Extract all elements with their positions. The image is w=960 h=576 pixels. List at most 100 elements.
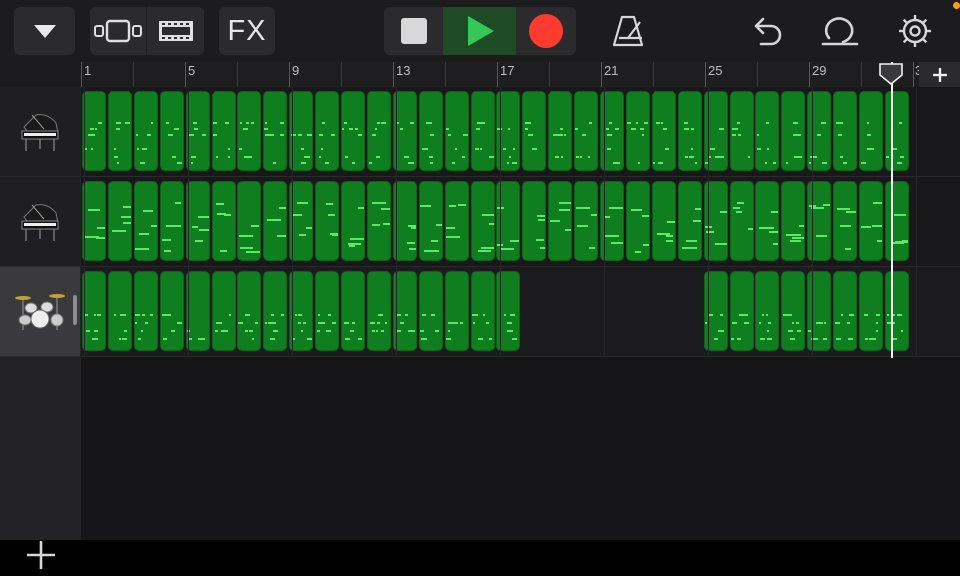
midi-region[interactable] — [212, 271, 236, 351]
play-button[interactable] — [443, 7, 516, 55]
add-section-button[interactable] — [919, 62, 960, 87]
midi-region[interactable] — [134, 181, 158, 261]
midi-region[interactable] — [626, 91, 650, 171]
midi-region[interactable] — [678, 181, 702, 261]
fx-button[interactable]: FX — [219, 7, 275, 55]
midi-region[interactable] — [730, 181, 754, 261]
midi-region[interactable] — [781, 91, 805, 171]
tracks-view-button[interactable] — [90, 7, 146, 55]
midi-region[interactable] — [237, 91, 261, 171]
midi-region[interactable] — [315, 181, 339, 261]
stop-button[interactable] — [384, 7, 443, 55]
midi-region[interactable] — [755, 271, 779, 351]
midi-region[interactable] — [859, 271, 883, 351]
midi-region[interactable] — [108, 91, 132, 171]
midi-region[interactable] — [186, 271, 210, 351]
midi-region[interactable] — [82, 181, 106, 261]
midi-region[interactable] — [315, 91, 339, 171]
midi-region[interactable] — [574, 181, 598, 261]
midi-region[interactable] — [108, 271, 132, 351]
midi-region[interactable] — [445, 181, 469, 261]
midi-region[interactable] — [186, 181, 210, 261]
track-header-piano-1[interactable] — [0, 87, 80, 177]
midi-note — [605, 235, 619, 237]
midi-region[interactable] — [833, 91, 857, 171]
midi-region[interactable] — [367, 271, 391, 351]
midi-region[interactable] — [419, 271, 443, 351]
midi-region[interactable] — [859, 181, 883, 261]
midi-region[interactable] — [134, 91, 158, 171]
midi-region[interactable] — [522, 181, 546, 261]
track-resize-handle[interactable] — [73, 295, 77, 325]
midi-region[interactable] — [859, 91, 883, 171]
midi-region[interactable] — [781, 181, 805, 261]
midi-region[interactable] — [471, 91, 495, 171]
midi-region[interactable] — [730, 271, 754, 351]
bar-number: 29 — [812, 63, 827, 78]
midi-region[interactable] — [807, 271, 831, 351]
midi-region[interactable] — [548, 181, 572, 261]
midi-region[interactable] — [160, 181, 184, 261]
midi-region[interactable] — [574, 91, 598, 171]
midi-region[interactable] — [134, 271, 158, 351]
browser-button[interactable] — [14, 7, 75, 55]
midi-region[interactable] — [82, 91, 106, 171]
midi-note — [736, 211, 742, 213]
mixer-button[interactable] — [147, 7, 204, 55]
midi-region[interactable] — [522, 91, 546, 171]
midi-region[interactable] — [367, 91, 391, 171]
midi-region[interactable] — [212, 181, 236, 261]
midi-region[interactable] — [212, 91, 236, 171]
midi-region[interactable] — [263, 181, 287, 261]
midi-region[interactable] — [263, 271, 287, 351]
midi-region[interactable] — [367, 181, 391, 261]
midi-region[interactable] — [108, 181, 132, 261]
midi-region[interactable] — [341, 91, 365, 171]
midi-region[interactable] — [885, 271, 909, 351]
midi-note — [835, 322, 838, 324]
midi-region[interactable] — [755, 181, 779, 261]
midi-region[interactable] — [781, 271, 805, 351]
record-button[interactable] — [516, 7, 576, 55]
midi-region[interactable] — [885, 181, 909, 261]
midi-region[interactable] — [626, 181, 650, 261]
track-header-piano-2[interactable] — [0, 177, 80, 267]
undo-button[interactable] — [744, 7, 788, 55]
track-header-drums[interactable] — [0, 267, 80, 357]
midi-region[interactable] — [186, 91, 210, 171]
midi-note — [240, 122, 242, 124]
midi-region[interactable] — [678, 91, 702, 171]
midi-region[interactable] — [237, 271, 261, 351]
midi-region[interactable] — [807, 91, 831, 171]
midi-region[interactable] — [445, 91, 469, 171]
midi-region[interactable] — [341, 271, 365, 351]
midi-region[interactable] — [833, 271, 857, 351]
playhead[interactable] — [891, 62, 893, 358]
midi-region[interactable] — [445, 271, 469, 351]
midi-region[interactable] — [237, 181, 261, 261]
midi-region[interactable] — [419, 91, 443, 171]
midi-region[interactable] — [160, 271, 184, 351]
midi-region[interactable] — [315, 271, 339, 351]
midi-region[interactable] — [263, 91, 287, 171]
midi-region[interactable] — [730, 91, 754, 171]
settings-button[interactable] — [893, 7, 937, 55]
loop-button[interactable] — [816, 7, 862, 55]
midi-region[interactable] — [471, 181, 495, 261]
midi-region[interactable] — [341, 181, 365, 261]
midi-region[interactable] — [419, 181, 443, 261]
midi-region[interactable] — [160, 91, 184, 171]
timeline-ruler[interactable]: 15913172125293 — [81, 62, 960, 88]
midi-region[interactable] — [652, 91, 676, 171]
midi-region[interactable] — [82, 271, 106, 351]
midi-region[interactable] — [652, 181, 676, 261]
playhead-handle[interactable] — [879, 63, 903, 85]
midi-region[interactable] — [885, 91, 909, 171]
midi-region[interactable] — [755, 91, 779, 171]
midi-region[interactable] — [807, 181, 831, 261]
midi-region[interactable] — [833, 181, 857, 261]
midi-region[interactable] — [471, 271, 495, 351]
metronome-button[interactable] — [606, 7, 650, 55]
midi-region[interactable] — [548, 91, 572, 171]
add-track-button[interactable] — [20, 534, 62, 576]
